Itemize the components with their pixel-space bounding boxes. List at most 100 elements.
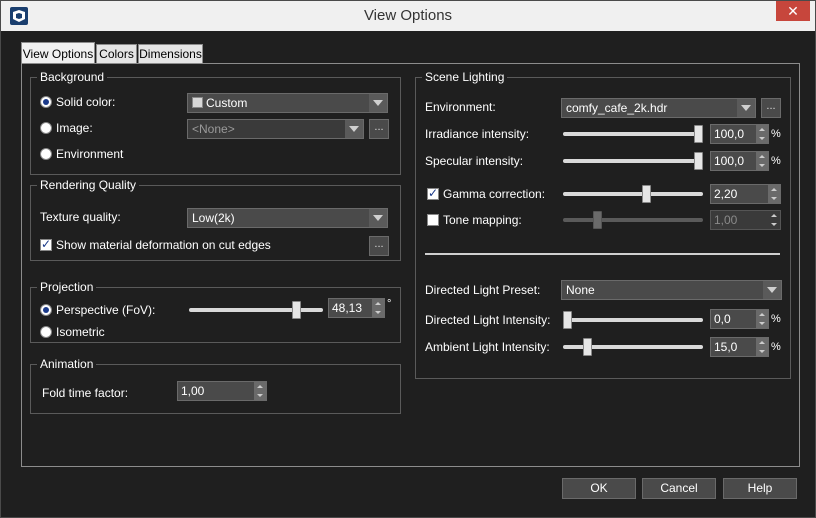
spin-up-icon[interactable]	[372, 299, 384, 308]
tab-dimensions[interactable]: Dimensions	[138, 44, 203, 64]
tone-mapping-slider[interactable]	[563, 211, 703, 229]
rendering-quality-title: Rendering Quality	[37, 178, 140, 192]
isometric-label: Isometric	[56, 325, 105, 339]
perspective-label: Perspective (FoV):	[56, 303, 156, 317]
gamma-value: 2,20	[714, 187, 738, 201]
tone-mapping-spinbox[interactable]: 1,00	[710, 210, 781, 230]
image-select[interactable]: <None>	[187, 119, 364, 139]
projection-group: Projection Perspective (FoV): 48,13 ° Is…	[30, 280, 401, 343]
title-bar: View Options ✕	[1, 1, 815, 31]
directed-intensity-slider-thumb[interactable]	[563, 311, 572, 329]
spin-down-icon[interactable]	[756, 161, 768, 170]
lighting-separator	[425, 253, 780, 255]
help-button[interactable]: Help	[723, 478, 797, 499]
specular-unit: %	[771, 155, 781, 167]
animation-group: Animation Fold time factor: 1,00	[30, 357, 401, 414]
gamma-checkbox[interactable]	[427, 186, 439, 200]
deformation-checkbox[interactable]	[40, 237, 52, 251]
fold-time-value: 1,00	[181, 384, 205, 398]
irradiance-spinbox[interactable]: 100,0	[710, 124, 769, 144]
isometric-radio[interactable]	[40, 326, 52, 338]
image-label: Image:	[56, 121, 93, 135]
perspective-slider[interactable]	[189, 301, 323, 319]
projection-title: Projection	[37, 280, 97, 294]
image-browse-button[interactable]: ...	[369, 119, 389, 139]
environment-map-label: Environment:	[425, 100, 496, 114]
background-group-title: Background	[37, 70, 108, 84]
chevron-down-icon	[369, 94, 387, 112]
spin-up-icon[interactable]	[768, 211, 780, 220]
ambient-intensity-spinbox[interactable]: 15,0	[710, 337, 769, 357]
environment-browse-button[interactable]: ...	[761, 98, 781, 118]
perspective-radio[interactable]	[40, 304, 52, 316]
directed-intensity-spinbox[interactable]: 0,0	[710, 309, 769, 329]
texture-quality-select[interactable]: Low(2k)	[187, 208, 388, 228]
image-value: <None>	[192, 122, 235, 136]
window-title: View Options	[363, 7, 453, 24]
irradiance-unit: %	[771, 128, 781, 140]
ambient-intensity-slider[interactable]	[563, 338, 703, 356]
spin-down-icon[interactable]	[768, 194, 780, 203]
spin-up-icon[interactable]	[756, 310, 768, 319]
perspective-value: 48,13	[332, 301, 363, 315]
solid-color-radio[interactable]	[40, 96, 52, 108]
view-options-dialog: View Options ✕ View Options Colors Dimen…	[0, 0, 816, 518]
specular-slider-thumb[interactable]	[694, 152, 703, 170]
spin-up-icon[interactable]	[768, 185, 780, 194]
specular-label: Specular intensity:	[425, 154, 524, 168]
tab-colors[interactable]: Colors	[96, 44, 137, 64]
gamma-slider-thumb[interactable]	[642, 185, 651, 203]
environment-map-select[interactable]: comfy_cafe_2k.hdr	[561, 98, 756, 118]
spin-up-icon[interactable]	[756, 338, 768, 347]
tab-view-options[interactable]: View Options	[21, 42, 95, 64]
spin-up-icon[interactable]	[756, 125, 768, 134]
gamma-spinbox[interactable]: 2,20	[710, 184, 781, 204]
spin-down-icon[interactable]	[756, 347, 768, 356]
spin-down-icon[interactable]	[768, 220, 780, 229]
gamma-slider[interactable]	[563, 185, 703, 203]
fold-time-label: Fold time factor:	[42, 386, 129, 400]
ok-button[interactable]: OK	[562, 478, 636, 499]
environment-radio[interactable]	[40, 148, 52, 160]
preset-select[interactable]: None	[561, 280, 782, 300]
spin-down-icon[interactable]	[372, 308, 384, 317]
perspective-slider-thumb[interactable]	[292, 301, 301, 319]
ambient-intensity-value: 15,0	[714, 340, 738, 354]
spin-down-icon[interactable]	[756, 134, 768, 143]
chevron-down-icon	[369, 209, 387, 227]
irradiance-slider-thumb[interactable]	[694, 125, 703, 143]
scene-lighting-title: Scene Lighting	[422, 70, 508, 84]
specular-slider[interactable]	[563, 152, 703, 170]
fold-time-spinbox[interactable]: 1,00	[177, 381, 267, 401]
directed-intensity-slider[interactable]	[563, 311, 703, 329]
spin-down-icon[interactable]	[756, 319, 768, 328]
image-radio[interactable]	[40, 122, 52, 134]
spin-up-icon[interactable]	[254, 382, 266, 391]
ambient-intensity-unit: %	[771, 341, 781, 353]
perspective-spinbox[interactable]: 48,13	[328, 298, 385, 318]
environment-map-value: comfy_cafe_2k.hdr	[566, 101, 668, 115]
texture-quality-label: Texture quality:	[40, 210, 121, 224]
preset-label: Directed Light Preset:	[425, 283, 541, 297]
directed-intensity-unit: %	[771, 313, 781, 325]
spin-down-icon[interactable]	[254, 391, 266, 400]
tone-mapping-checkbox[interactable]	[427, 214, 439, 226]
solid-color-select[interactable]: Custom	[187, 93, 388, 113]
specular-spinbox[interactable]: 100,0	[710, 151, 769, 171]
cancel-button[interactable]: Cancel	[642, 478, 716, 499]
texture-quality-value: Low(2k)	[192, 211, 235, 225]
chevron-down-icon	[763, 281, 781, 299]
background-group: Background Solid color: Custom Image: <N…	[30, 70, 401, 175]
scene-lighting-group: Scene Lighting Environment: comfy_cafe_2…	[415, 70, 791, 379]
tab-panel: Background Solid color: Custom Image: <N…	[21, 63, 800, 467]
chevron-down-icon	[345, 120, 363, 138]
preset-value: None	[566, 283, 595, 297]
close-button[interactable]: ✕	[776, 1, 810, 21]
directed-intensity-label: Directed Light Intensity:	[425, 313, 551, 327]
irradiance-slider[interactable]	[563, 125, 703, 143]
spin-up-icon[interactable]	[756, 152, 768, 161]
ambient-intensity-slider-thumb[interactable]	[583, 338, 592, 356]
tone-mapping-slider-thumb[interactable]	[593, 211, 602, 229]
rendering-quality-group: Rendering Quality Texture quality: Low(2…	[30, 178, 401, 261]
deformation-browse-button[interactable]: ...	[369, 236, 389, 256]
